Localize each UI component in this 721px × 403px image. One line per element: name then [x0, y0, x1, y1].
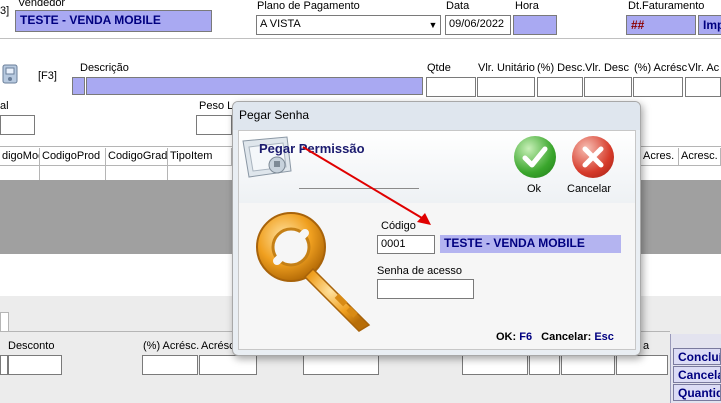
descricao-code-field[interactable]	[72, 77, 85, 95]
grid-col-2[interactable]: CodigoGrade	[106, 148, 168, 166]
desconto-pct-field[interactable]	[0, 355, 8, 375]
acresc-pct-footer-field[interactable]	[142, 355, 198, 375]
footer-field-d[interactable]	[616, 355, 668, 375]
data-label: Data	[446, 0, 470, 12]
grid-col-3[interactable]: TipoItem	[168, 148, 232, 166]
footer-tab[interactable]	[0, 312, 9, 332]
desconto-field[interactable]	[8, 355, 62, 375]
codigo-name-display: TESTE - VENDA MOBILE	[440, 235, 621, 253]
shortcut-bar: OK: F6 Cancelar: Esc	[496, 331, 614, 343]
ok-label: Ok	[527, 183, 542, 195]
cancel-button[interactable]: Cancelar	[567, 136, 621, 204]
vlr-desc-field[interactable]	[584, 77, 632, 97]
acresc-pct-label: (%) Acrésc	[634, 62, 688, 74]
senha-field[interactable]	[377, 279, 474, 299]
bracket-label: 3]	[0, 5, 10, 17]
grid-row-cell	[168, 166, 232, 180]
shortcut-ok-key: F6	[519, 331, 533, 343]
hora-field[interactable]	[513, 15, 557, 35]
desc-pct-label: (%) Desc.	[537, 62, 586, 74]
dt-faturamento-field[interactable]: ##	[626, 15, 696, 35]
footer-field-c[interactable]	[561, 355, 615, 375]
pegar-senha-dialog: Pegar Senha Pegar Permissão Ok Cancelar …	[232, 101, 641, 356]
header-divider	[0, 38, 721, 39]
grid-col-acresc[interactable]: Acresc.	[679, 148, 721, 166]
vlr-desc-label: Vlr. Desc	[585, 62, 630, 74]
plano-label: Plano de Pagamento	[257, 0, 360, 12]
acresc-pct-field[interactable]	[633, 77, 683, 97]
concluir-button[interactable]: Concluí	[673, 348, 721, 365]
peso-label: Peso L	[199, 100, 234, 112]
codigo-field[interactable]: 0001	[377, 235, 435, 254]
ok-button[interactable]: Ok	[514, 136, 558, 204]
cancelar-button[interactable]: Cancela	[673, 366, 721, 383]
desconto-label: Desconto	[8, 340, 55, 352]
hora-label: Hora	[515, 0, 539, 12]
footer-field-b[interactable]	[529, 355, 560, 375]
shortcut-cancel-key: Esc	[594, 331, 614, 343]
dt-faturamento-label: Dt.Faturamento	[628, 0, 705, 12]
footer-field-mid[interactable]	[303, 355, 379, 375]
vendedor-label: Vendedor	[18, 0, 66, 9]
footer-a-label: a	[643, 340, 650, 352]
descricao-field[interactable]	[86, 77, 423, 95]
vendedor-field[interactable]: TESTE - VENDA MOBILE	[15, 10, 212, 32]
total-field[interactable]	[0, 115, 35, 135]
grid-col-1[interactable]: CodigoProd	[40, 148, 106, 166]
descricao-label: Descrição	[80, 62, 129, 74]
vlr-ac-label: Vlr. Ac	[688, 62, 720, 74]
qtde-label: Qtde	[427, 62, 451, 74]
shortcut-cancel-label: Cancelar:	[541, 331, 592, 343]
grid-row-cell	[106, 166, 168, 180]
f3-label: [F3]	[38, 70, 57, 82]
grid-row-cell	[0, 166, 40, 180]
vlr-ac-field[interactable]	[685, 77, 721, 97]
check-icon[interactable]	[514, 136, 556, 178]
grid-row-cell	[641, 166, 721, 180]
red-arrow	[299, 143, 439, 233]
vlr-unitario-field[interactable]	[477, 77, 535, 97]
acresc-footer-label: Acrésc	[201, 340, 235, 352]
scanner-icon[interactable]	[0, 62, 22, 88]
dialog-body: Pegar Permissão Ok Cancelar Código 0001 …	[238, 130, 636, 350]
grid-col-acres[interactable]: Acres.	[641, 148, 679, 166]
qtde-field[interactable]	[426, 77, 476, 97]
total-label: al	[0, 100, 9, 112]
acresc-footer-field[interactable]	[199, 355, 257, 375]
desc-pct-field[interactable]	[537, 77, 583, 97]
plano-select[interactable]: A VISTA ▼	[256, 15, 441, 35]
grid-col-0[interactable]: digoMode	[0, 148, 40, 166]
quantidade-button[interactable]: Quantid	[673, 384, 721, 401]
plano-value: A VISTA	[260, 18, 301, 30]
data-field[interactable]: 09/06/2022	[445, 15, 511, 35]
peso-field[interactable]	[196, 115, 232, 135]
grid-row-cell	[40, 166, 106, 180]
close-icon[interactable]	[572, 136, 614, 178]
chevron-down-icon[interactable]: ▼	[426, 16, 440, 34]
dialog-title[interactable]: Pegar Senha	[233, 102, 640, 130]
cancel-label: Cancelar	[567, 183, 612, 195]
codigo-label: Código	[381, 220, 416, 232]
imp-field[interactable]: Imp	[698, 15, 721, 35]
senha-label: Senha de acesso	[377, 265, 463, 277]
acresc-pct-footer-label: (%) Acrésc.	[143, 340, 200, 352]
vlr-unitario-label: Vlr. Unitário	[478, 62, 535, 74]
footer-field-a[interactable]	[462, 355, 528, 375]
shortcut-ok-label: OK:	[496, 331, 517, 343]
